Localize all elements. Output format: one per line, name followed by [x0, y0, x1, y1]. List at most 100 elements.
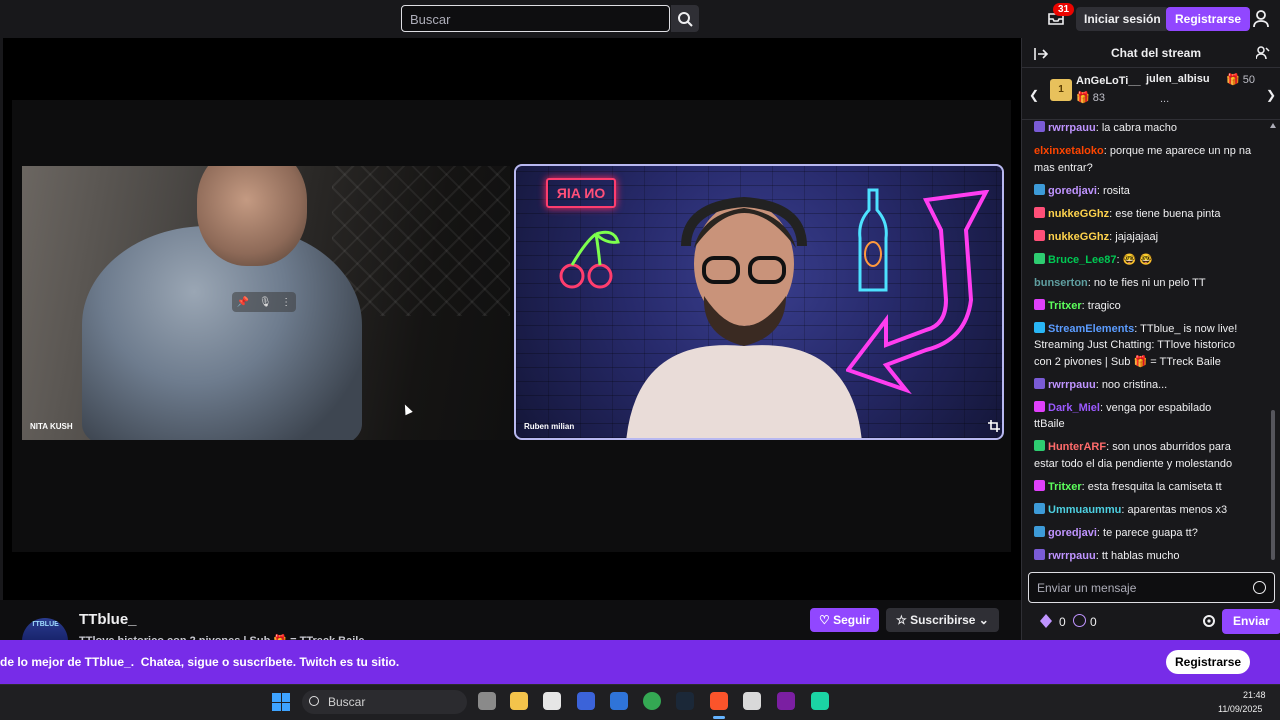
- camera-controls[interactable]: 📌 🎙 ⋮: [232, 292, 296, 312]
- user-badge-icon: [1034, 548, 1045, 560]
- mic-icon[interactable]: 🎙: [259, 297, 272, 308]
- heart-icon: ♡: [819, 613, 834, 627]
- user-badge-icon: [1034, 206, 1045, 218]
- more-options-icon[interactable]: ⋮: [281, 297, 291, 308]
- chat-message-text: venga por espabilado: [1106, 401, 1212, 414]
- watch-time-icon[interactable]: [1073, 614, 1086, 627]
- chat-message-text: jajajajaaj: [1115, 230, 1159, 243]
- scroll-up-arrow-icon[interactable]: [1270, 123, 1276, 128]
- brave-icon[interactable]: [710, 692, 728, 710]
- chat-username[interactable]: rwrrpauu: [1048, 379, 1096, 391]
- leaderboard-first-user[interactable]: AnGeLoTi__: [1076, 75, 1141, 87]
- leaderboard-second-count: 🎁 50: [1226, 73, 1255, 86]
- chat-username[interactable]: goredjavi: [1048, 185, 1097, 197]
- user-badge-icon: [1034, 502, 1045, 514]
- chat-username[interactable]: StreamElements: [1048, 323, 1134, 335]
- host-camera-feed: ON AIR Ruben milian: [514, 164, 1004, 440]
- subscribe-label: Suscribirse: [910, 613, 976, 627]
- banner-register-button[interactable]: Registrarse: [1166, 650, 1251, 674]
- host-person: [626, 196, 862, 438]
- chat-message-list: rwrrpauu: la cabra macho elxinxetaloko: p…: [1034, 120, 1262, 570]
- banner-text-bold: de lo mejor de TTblue_.: [0, 655, 135, 669]
- chevron-down-icon: ⌄: [975, 613, 989, 627]
- file-explorer-icon[interactable]: [510, 692, 528, 710]
- subscribe-button[interactable]: ☆ Suscribirse ⌄: [886, 608, 999, 632]
- chat-message-input[interactable]: Enviar un mensaje: [1028, 572, 1275, 603]
- chat-username[interactable]: elxinxetaloko: [1034, 145, 1104, 157]
- app-icon-2[interactable]: [777, 692, 795, 710]
- user-badge-icon: [1034, 121, 1045, 132]
- task-view-icon[interactable]: [478, 692, 496, 710]
- chevron-left-icon[interactable]: ❮: [1029, 88, 1039, 102]
- collapse-chat-icon[interactable]: [1034, 48, 1048, 60]
- chat-message: rwrrpauu: la cabra macho: [1034, 120, 1262, 137]
- chat-message: nukkeGGhz: ese tiene buena pinta: [1034, 206, 1262, 223]
- chat-message: HunterARF: son unos aburridos para estar …: [1034, 439, 1262, 472]
- leaderboard-second-user[interactable]: julen_albisu: [1146, 73, 1210, 85]
- chat-username[interactable]: rwrrpauu: [1048, 550, 1096, 562]
- chat-message-text: porque me aparece un np na: [1109, 145, 1252, 157]
- send-button[interactable]: Enviar: [1222, 609, 1280, 634]
- emote-picker-icon[interactable]: [1253, 581, 1266, 594]
- user-badge-icon: [1034, 183, 1045, 195]
- user-badge-icon: [1034, 321, 1045, 333]
- gear-icon[interactable]: [1202, 614, 1216, 628]
- editor-icon[interactable]: [743, 692, 761, 710]
- chat-message: Tritxer: esta fresquita la camiseta tt: [1034, 479, 1262, 496]
- star-icon: ☆: [896, 613, 911, 627]
- chat-username[interactable]: Tritxer: [1048, 481, 1082, 493]
- chat-username[interactable]: nukkeGGhz: [1048, 231, 1109, 243]
- chat-message-text: tragico: [1087, 299, 1121, 312]
- chat-message-text: 🤓 🤓: [1122, 253, 1154, 266]
- chat-message: bunserton: no te fies ni un pelo TT: [1034, 275, 1262, 292]
- channel-points-value: 0: [1059, 615, 1066, 629]
- channel-points-icon[interactable]: [1040, 614, 1052, 628]
- chat-message-text: esta fresquita la camiseta tt: [1087, 480, 1222, 493]
- gift-rank-icon: 1: [1050, 79, 1072, 101]
- chat-app-icon[interactable]: [811, 692, 829, 710]
- chat-username[interactable]: nukkeGGhz: [1048, 208, 1109, 220]
- clock-date: 11/09/2025: [1218, 704, 1263, 714]
- chat-message-text: la cabra macho: [1101, 122, 1178, 134]
- community-icon[interactable]: [1256, 46, 1270, 60]
- chat-username[interactable]: Bruce_Lee87: [1048, 254, 1117, 266]
- guest-head: [197, 166, 307, 266]
- chat-username[interactable]: Tritxer: [1048, 300, 1082, 312]
- search-button[interactable]: [671, 5, 699, 32]
- store-icon[interactable]: [543, 692, 561, 710]
- channel-name[interactable]: TTblue_: [79, 611, 137, 628]
- app-icon[interactable]: [610, 692, 628, 710]
- user-menu-icon[interactable]: [1253, 10, 1269, 28]
- taskbar-search[interactable]: Buscar: [302, 690, 467, 714]
- user-badge-icon: [1034, 252, 1045, 264]
- chat-scrollbar[interactable]: [1271, 410, 1275, 560]
- register-button[interactable]: Registrarse: [1166, 7, 1251, 31]
- chat-message-text: TTblue_ is now live!: [1140, 322, 1238, 335]
- chat-username[interactable]: HunterARF: [1048, 441, 1106, 453]
- chrome-icon[interactable]: [643, 692, 661, 710]
- os-taskbar: [0, 684, 1280, 720]
- chat-username[interactable]: Dark_Miel: [1048, 402, 1100, 414]
- chat-username[interactable]: bunserton: [1034, 277, 1088, 289]
- windows-start-icon[interactable]: [272, 693, 290, 711]
- chat-message-text: estar todo el dia pendiente y molestando: [1034, 457, 1233, 470]
- steam-icon[interactable]: [676, 692, 694, 710]
- user-badge-icon: [1034, 525, 1045, 537]
- chat-username[interactable]: rwrrpauu: [1048, 122, 1096, 134]
- chat-message: elxinxetaloko: porque me aparece un np n…: [1034, 143, 1262, 176]
- guest-name-label: NITA KUSH: [30, 422, 73, 431]
- chat-username[interactable]: Ummuaummu: [1048, 504, 1121, 516]
- user-badge-icon: [1034, 229, 1045, 241]
- login-button[interactable]: Iniciar sesión: [1076, 7, 1169, 31]
- chat-message-text: Streaming Just Chatting: TTlove historic…: [1034, 339, 1235, 351]
- banner-text-rest: Chatea, sigue o suscríbete. Twitch es tu…: [140, 655, 400, 669]
- follow-button[interactable]: ♡ Seguir: [810, 608, 880, 632]
- first-count-value: 83: [1092, 92, 1106, 104]
- chat-username[interactable]: goredjavi: [1048, 527, 1097, 539]
- chevron-right-icon[interactable]: ❯: [1266, 88, 1276, 102]
- search-input[interactable]: Buscar: [401, 5, 670, 32]
- crop-icon[interactable]: [988, 420, 1000, 432]
- pin-icon[interactable]: 📌: [237, 297, 249, 308]
- chat-message-text: con 2 pivones | Sub 🎁 = TTreck Baile: [1034, 355, 1221, 368]
- teams-icon[interactable]: [577, 692, 595, 710]
